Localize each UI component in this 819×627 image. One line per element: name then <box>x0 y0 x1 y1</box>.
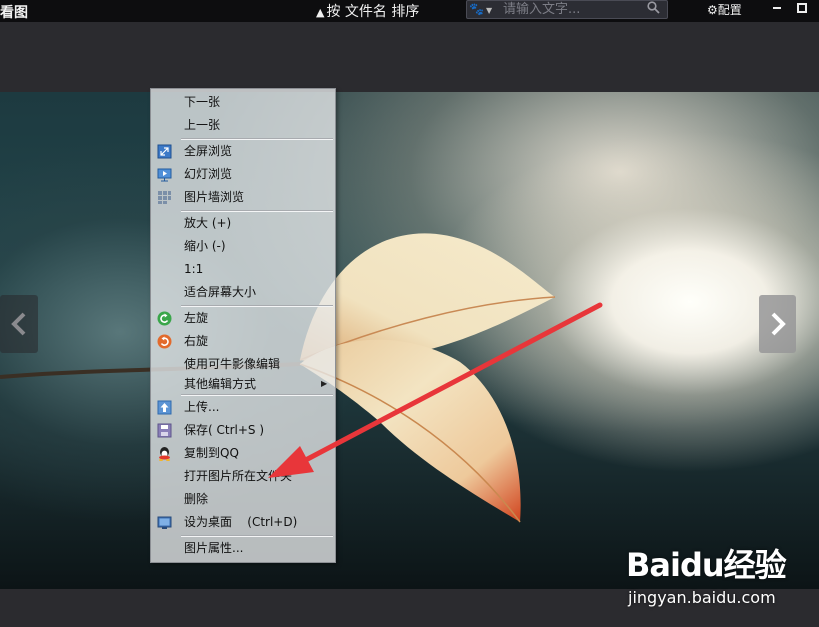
next-image-button[interactable] <box>759 295 796 353</box>
image-viewer-window: 牛看图 ▲按 文件名 排序 🐾▼ ⚙配置 <box>0 0 819 627</box>
menu-item-photo-wall[interactable]: 图片墙浏览 <box>151 186 335 208</box>
menu-item-label: 缩小 (-) <box>184 239 226 253</box>
menu-item-label: 复制到QQ <box>184 446 239 460</box>
upper-leaf <box>300 233 555 363</box>
minimize-button[interactable] <box>773 7 781 9</box>
desktop-icon <box>157 515 172 530</box>
menu-item-delete[interactable]: 删除 <box>151 488 335 510</box>
submenu-arrow-icon: ▶ <box>321 379 328 388</box>
previous-image-button[interactable] <box>0 295 38 353</box>
sort-button[interactable]: ▲ 按 文件名 排序 <box>316 1 419 21</box>
menu-item-upload[interactable]: 上传... <box>151 396 335 418</box>
baidu-paw-icon: 🐾 <box>469 2 484 16</box>
rotate-left-icon <box>157 311 172 326</box>
menu-item-label: 幻灯浏览 <box>184 167 233 181</box>
sort-arrow-icon: ▲ <box>316 6 325 19</box>
app-title: 牛看图 <box>0 5 28 21</box>
menu-item-image-properties[interactable]: 图片属性... <box>151 537 335 559</box>
config-button[interactable]: ⚙配置 <box>707 1 742 18</box>
chevron-down-icon: ▼ <box>485 6 493 15</box>
slideshow-icon <box>157 167 172 182</box>
maximize-button[interactable] <box>797 3 807 13</box>
rotate-right-icon <box>157 334 172 349</box>
baidu-jingyan-watermark: Baidu经验 jingyan.baidu.com <box>626 540 787 607</box>
gear-icon: ⚙ <box>707 3 718 17</box>
watermark-url: jingyan.baidu.com <box>628 588 776 607</box>
chevron-left-icon <box>11 312 26 336</box>
menu-item-label: 保存( Ctrl+S ) <box>184 423 265 437</box>
menu-item-label: 放大 (+) <box>184 216 232 230</box>
context-menu: 下一张 上一张 全屏浏览 幻灯浏览 图片墙浏览 放大 (+) 缩小 (-) 1:… <box>150 88 336 563</box>
search-icon[interactable] <box>647 1 660 18</box>
qq-icon <box>157 446 172 461</box>
config-label: 配置 <box>717 3 742 17</box>
title-bar: 牛看图 ▲按 文件名 排序 🐾▼ ⚙配置 <box>0 0 819 22</box>
menu-item-fullscreen[interactable]: 全屏浏览 <box>151 140 335 162</box>
menu-item-label: 全屏浏览 <box>184 144 233 158</box>
menu-item-actual-size[interactable]: 1:1 <box>151 258 335 280</box>
menu-item-label: 左旋 <box>184 311 209 325</box>
menu-item-label: 其他编辑方式 <box>184 377 257 391</box>
menu-item-zoom-in[interactable]: 放大 (+) <box>151 212 335 234</box>
menu-item-label: 1:1 <box>184 262 204 276</box>
menu-item-fit-screen[interactable]: 适合屏幕大小 <box>151 281 335 303</box>
save-icon <box>157 423 172 438</box>
menu-item-zoom-out[interactable]: 缩小 (-) <box>151 235 335 257</box>
chevron-right-icon <box>771 312 786 336</box>
fullscreen-icon <box>157 144 172 159</box>
menu-item-label: 使用可牛影像编辑 <box>184 357 281 371</box>
watermark-logo: Baidu经验 <box>626 546 787 584</box>
menu-item-rotate-left[interactable]: 左旋 <box>151 307 335 329</box>
menu-item-label: 右旋 <box>184 334 209 348</box>
menu-item-label: 上传... <box>184 400 220 414</box>
menu-item-edit-with-keniu[interactable]: 使用可牛影像编辑 <box>151 353 335 375</box>
menu-item-label: 适合屏幕大小 <box>184 285 257 299</box>
menu-item-next-image[interactable]: 下一张 <box>151 91 335 113</box>
menu-item-label: 图片属性... <box>184 541 244 555</box>
menu-item-save[interactable]: 保存( Ctrl+S ) <box>151 419 335 441</box>
search-engine-selector[interactable]: 🐾 ▼ <box>469 2 499 17</box>
image-viewport[interactable] <box>0 92 819 589</box>
leaf-photo <box>0 233 556 523</box>
menu-item-label: 删除 <box>184 492 209 506</box>
menu-item-rotate-right[interactable]: 右旋 <box>151 330 335 352</box>
menu-item-open-containing-folder[interactable]: 打开图片所在文件夹 <box>151 465 335 487</box>
menu-item-label: 设为桌面 (Ctrl+D) <box>184 515 298 529</box>
menu-item-previous-image[interactable]: 上一张 <box>151 114 335 136</box>
menu-item-label: 上一张 <box>184 118 221 132</box>
menu-item-label: 打开图片所在文件夹 <box>184 469 293 483</box>
menu-item-label: 图片墙浏览 <box>184 190 245 204</box>
photo-wall-icon <box>157 190 172 205</box>
search-box[interactable]: 🐾 ▼ <box>466 0 668 19</box>
sort-label: 按 文件名 排序 <box>326 4 420 20</box>
menu-item-other-edit-methods[interactable]: 其他编辑方式 ▶ <box>151 373 335 395</box>
menu-item-set-as-desktop[interactable]: 设为桌面 (Ctrl+D) <box>151 511 335 533</box>
menu-item-copy-to-qq[interactable]: 复制到QQ <box>151 442 335 464</box>
menu-item-label: 下一张 <box>184 95 221 109</box>
upload-icon <box>157 400 172 415</box>
menu-item-slideshow[interactable]: 幻灯浏览 <box>151 163 335 185</box>
search-input[interactable] <box>503 1 643 18</box>
